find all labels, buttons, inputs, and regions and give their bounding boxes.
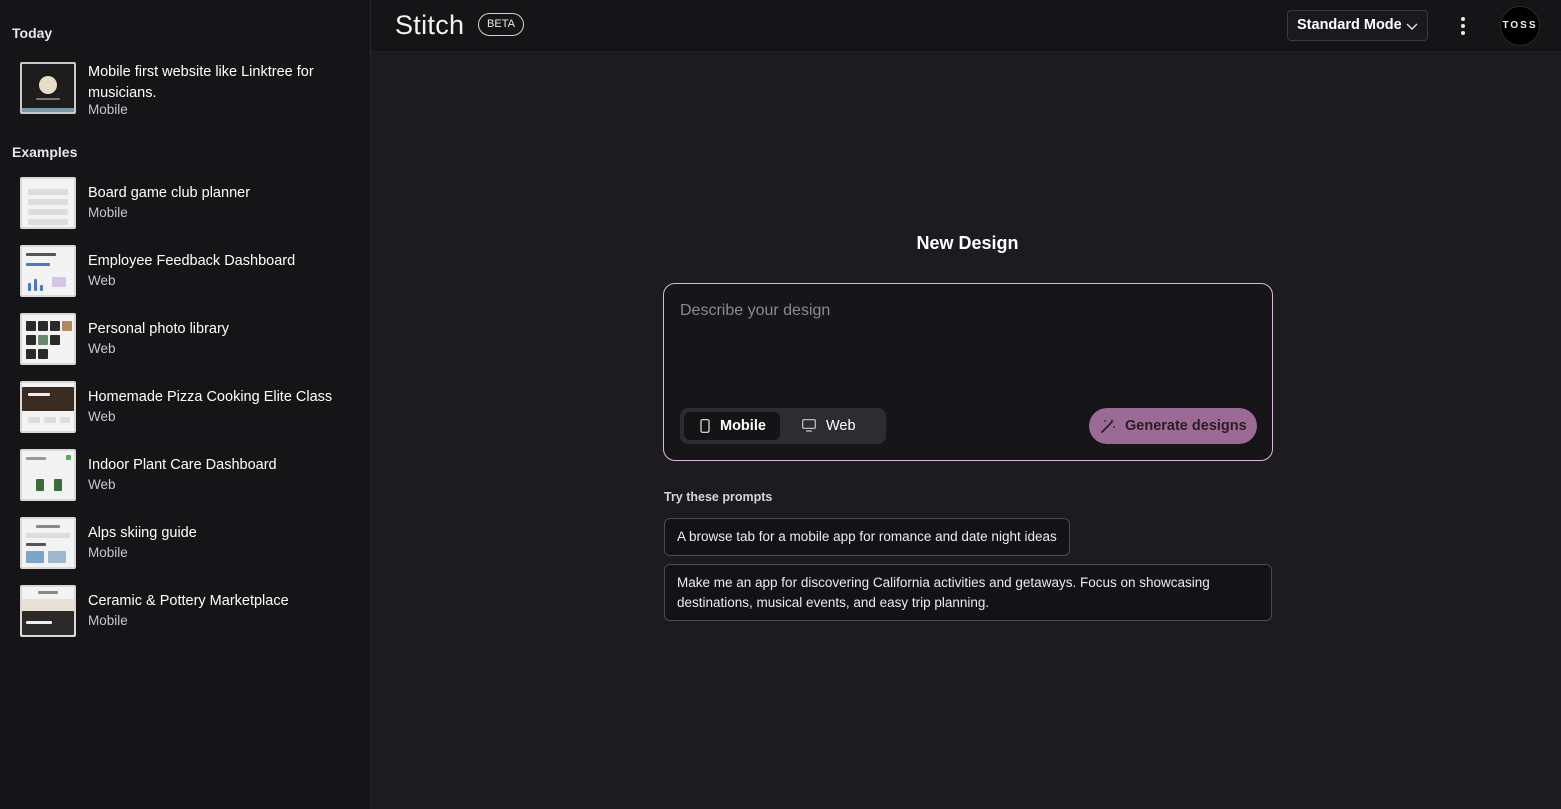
example-item-ceramic-pottery[interactable]: Ceramic & Pottery Marketplace Mobile: [0, 585, 370, 645]
example-item-alps-skiing[interactable]: Alps skiing guide Mobile: [0, 517, 370, 577]
generate-designs-label: Generate designs: [1125, 418, 1247, 434]
project-thumbnail: [20, 313, 76, 365]
app-logo[interactable]: Stitch: [395, 10, 464, 41]
design-composer: Mobile Web Generate designs: [663, 283, 1273, 461]
project-title: Board game club planner: [88, 185, 251, 201]
page-title: New Design: [916, 233, 1019, 253]
toggle-mobile-label: Mobile: [720, 418, 766, 434]
example-item-employee-feedback[interactable]: Employee Feedback Dashboard Web: [0, 245, 370, 305]
monitor-icon: [802, 419, 816, 432]
phone-icon: [700, 419, 710, 433]
project-thumbnail: [20, 449, 76, 501]
beta-badge: BETA: [478, 13, 524, 36]
example-item-pizza-class[interactable]: Homemade Pizza Cooking Elite Class Web: [0, 381, 370, 441]
example-item-plant-care[interactable]: Indoor Plant Care Dashboard Web: [0, 449, 370, 509]
generate-designs-button[interactable]: Generate designs: [1089, 408, 1257, 444]
prompt-suggestion[interactable]: A browse tab for a mobile app for romanc…: [664, 518, 1070, 556]
project-thumbnail: [20, 177, 76, 229]
examples-heading: Examples: [12, 144, 78, 160]
project-title: Personal photo library: [88, 321, 230, 337]
project-title: Alps skiing guide: [88, 525, 197, 541]
project-type: Mobile: [88, 102, 128, 117]
device-toggle: Mobile Web: [680, 408, 886, 444]
project-title: Homemade Pizza Cooking Elite Class: [88, 389, 333, 405]
project-title: Employee Feedback Dashboard: [88, 253, 296, 269]
project-thumbnail: [20, 381, 76, 433]
mode-dropdown-value: Standard Mode: [1297, 17, 1402, 33]
toggle-web-label: Web: [826, 418, 856, 434]
toggle-mobile-button[interactable]: Mobile: [684, 412, 780, 440]
app-root: Today Mobile first website like Linktree…: [0, 0, 1561, 809]
example-item-photo-library[interactable]: Personal photo library Web: [0, 313, 370, 373]
user-avatar[interactable]: TOSS: [1500, 6, 1540, 46]
project-type: Web: [88, 409, 116, 424]
mode-dropdown[interactable]: Standard Mode: [1287, 10, 1428, 41]
sidebar: Today Mobile first website like Linktree…: [0, 0, 371, 809]
project-thumbnail: [20, 585, 76, 637]
project-type: Web: [88, 477, 116, 492]
design-prompt-input[interactable]: [680, 302, 1256, 382]
project-type: Mobile: [88, 205, 128, 220]
project-title: Ceramic & Pottery Marketplace: [88, 593, 289, 609]
chevron-down-icon: [1406, 23, 1418, 30]
magic-wand-icon: [1101, 419, 1115, 433]
project-item-linktree[interactable]: Mobile first website like Linktree for m…: [0, 62, 370, 122]
project-type: Web: [88, 273, 116, 288]
top-bar: Stitch BETA Standard Mode TOSS: [371, 0, 1561, 52]
project-thumbnail: [20, 517, 76, 569]
project-type: Web: [88, 341, 116, 356]
prompt-suggestion[interactable]: Make me an app for discovering Californi…: [664, 564, 1272, 621]
more-options-icon[interactable]: [1454, 14, 1472, 38]
try-prompts-heading: Try these prompts: [664, 490, 773, 504]
toggle-web-button[interactable]: Web: [784, 412, 882, 440]
project-thumbnail: [20, 62, 76, 114]
project-title: Indoor Plant Care Dashboard: [88, 457, 277, 473]
project-type: Mobile: [88, 545, 128, 560]
project-title: Mobile first website like Linktree for m…: [88, 64, 314, 101]
example-item-board-game[interactable]: Board game club planner Mobile: [0, 177, 370, 237]
project-type: Mobile: [88, 613, 128, 628]
project-thumbnail: [20, 245, 76, 297]
today-heading: Today: [12, 25, 53, 41]
